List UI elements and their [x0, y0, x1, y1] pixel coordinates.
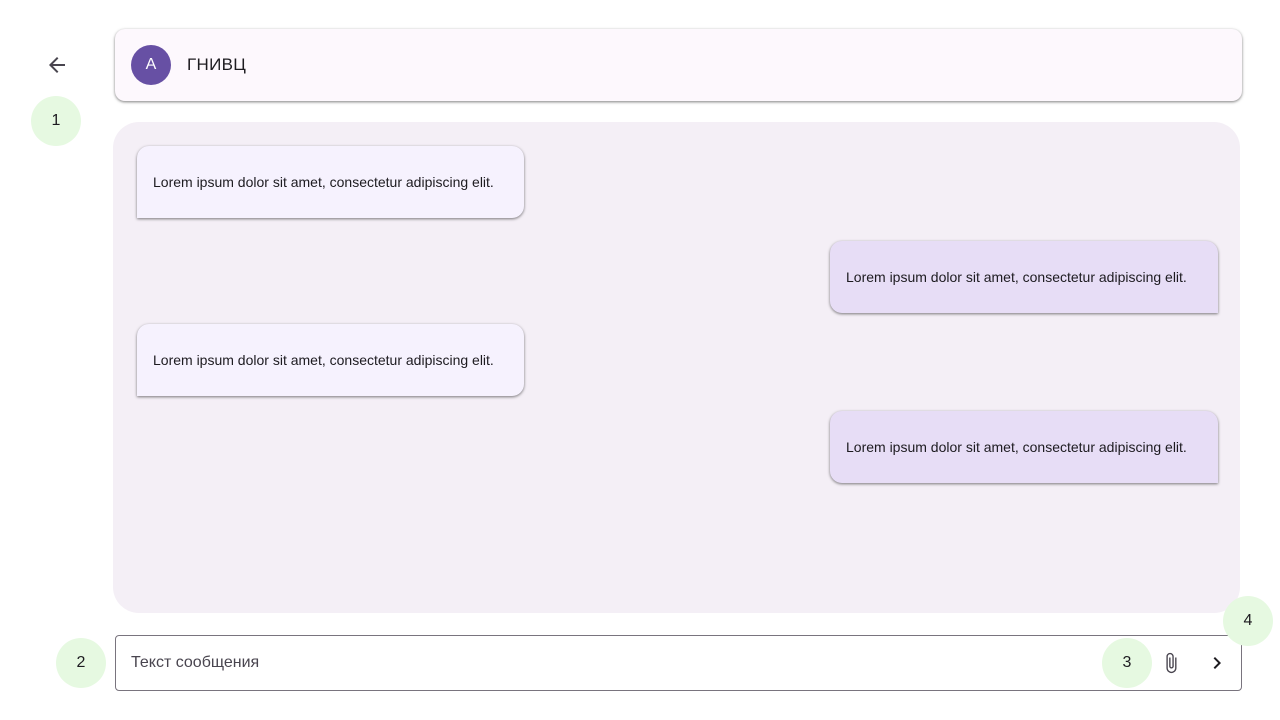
- arrow-back-icon: [49, 57, 65, 73]
- message-bubble-incoming: Lorem ipsum dolor sit amet, consectetur …: [137, 324, 524, 396]
- message-composer: 3: [115, 635, 1242, 691]
- send-button[interactable]: [1197, 643, 1237, 683]
- message-bubble-outgoing: Lorem ipsum dolor sit amet, consectetur …: [830, 411, 1218, 483]
- message-input[interactable]: [131, 636, 1091, 690]
- marker-1: 1: [31, 96, 81, 146]
- message-list[interactable]: Lorem ipsum dolor sit amet, consectetur …: [113, 122, 1240, 613]
- marker-2: 2: [56, 638, 106, 688]
- message-bubble-incoming: Lorem ipsum dolor sit amet, consectetur …: [137, 146, 524, 218]
- marker-4: 4: [1223, 596, 1273, 646]
- paperclip-icon: [1166, 652, 1177, 674]
- marker-3: 3: [1102, 638, 1152, 688]
- message-bubble-outgoing: Lorem ipsum dolor sit amet, consectetur …: [830, 241, 1218, 313]
- chevron-right-icon: [1213, 657, 1221, 669]
- avatar: А: [131, 45, 171, 85]
- chat-header: А ГНИВЦ: [115, 29, 1242, 101]
- back-button[interactable]: [37, 45, 77, 85]
- chat-title: ГНИВЦ: [187, 55, 247, 74]
- attach-button[interactable]: [1151, 643, 1191, 683]
